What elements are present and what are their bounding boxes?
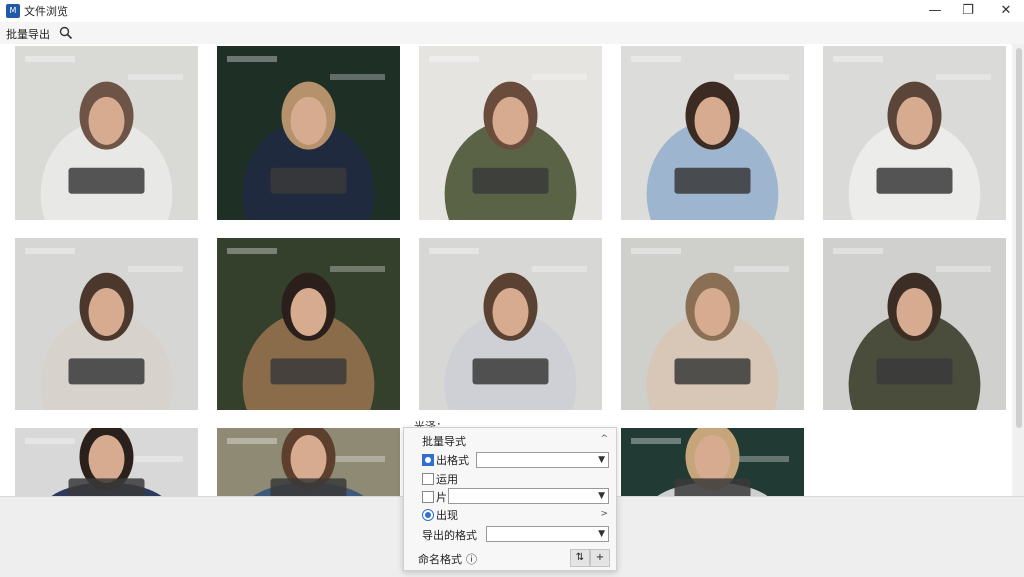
chevron-down-icon: ▼ (598, 491, 605, 501)
apply-option-label: 运用 (436, 473, 458, 486)
collapse-chevron-icon[interactable]: ^ (600, 434, 608, 444)
scrollbar-thumb[interactable] (1016, 48, 1022, 428)
export-format-select[interactable]: ▼ (486, 526, 609, 542)
image-select[interactable]: ▼ (448, 488, 609, 504)
photo-thumbnail[interactable] (621, 428, 804, 500)
photo-thumbnail[interactable] (15, 238, 198, 410)
export-format-label: 导出的格式 (422, 529, 477, 542)
photo-thumbnail[interactable] (621, 46, 804, 220)
popup-title: 批量导式 (422, 435, 466, 448)
vertical-scrollbar[interactable] (1014, 44, 1024, 496)
naming-format-label: 命名格式 (418, 553, 462, 566)
info-icon[interactable]: ⓘ (466, 551, 477, 567)
batch-export-popup: 批量导式 ^ 出格式 ▼ 运用 片 ▼ 出现 > 导出的格式 ▼ 命名格式 ⓘ … (403, 427, 617, 571)
maximize-button[interactable]: ❐ (953, 2, 983, 20)
batch-export-menu[interactable]: 批量导出 (6, 26, 50, 42)
window-title: 文件浏览 (24, 5, 68, 18)
photo-thumbnail[interactable] (621, 238, 804, 410)
apply-checkbox[interactable] (422, 473, 434, 485)
photo-thumbnail[interactable] (217, 428, 400, 500)
photo-thumbnail[interactable] (217, 46, 400, 220)
chevron-down-icon: ▼ (598, 529, 605, 539)
appear-option-label: 出现 (436, 509, 458, 522)
photo-thumbnail[interactable] (823, 238, 1006, 410)
chevron-down-icon: ▼ (598, 455, 605, 465)
sort-button[interactable]: ⇅ (570, 549, 590, 567)
title-bar: M 文件浏览 — ❐ ✕ (0, 0, 1024, 22)
format-checkbox[interactable] (422, 454, 434, 466)
appear-radio[interactable] (422, 509, 434, 521)
photo-thumbnail[interactable] (823, 46, 1006, 220)
format-option-label: 出格式 (436, 454, 469, 467)
photo-thumbnail[interactable] (15, 428, 198, 500)
photo-thumbnail[interactable] (419, 46, 602, 220)
chevron-right-icon[interactable]: > (600, 509, 608, 519)
image-option-label: 片 (436, 491, 447, 504)
toolbar: 批量导出 (0, 22, 1024, 45)
close-button[interactable]: ✕ (991, 2, 1021, 20)
app-icon: M (6, 4, 20, 18)
search-icon[interactable] (58, 25, 74, 41)
format-select[interactable]: ▼ (476, 452, 609, 468)
minimize-button[interactable]: — (920, 2, 950, 20)
image-checkbox[interactable] (422, 491, 434, 503)
photo-thumbnail[interactable] (15, 46, 198, 220)
photo-thumbnail[interactable] (217, 238, 400, 410)
photo-thumbnail[interactable] (419, 238, 602, 410)
add-button[interactable]: + (590, 549, 610, 567)
